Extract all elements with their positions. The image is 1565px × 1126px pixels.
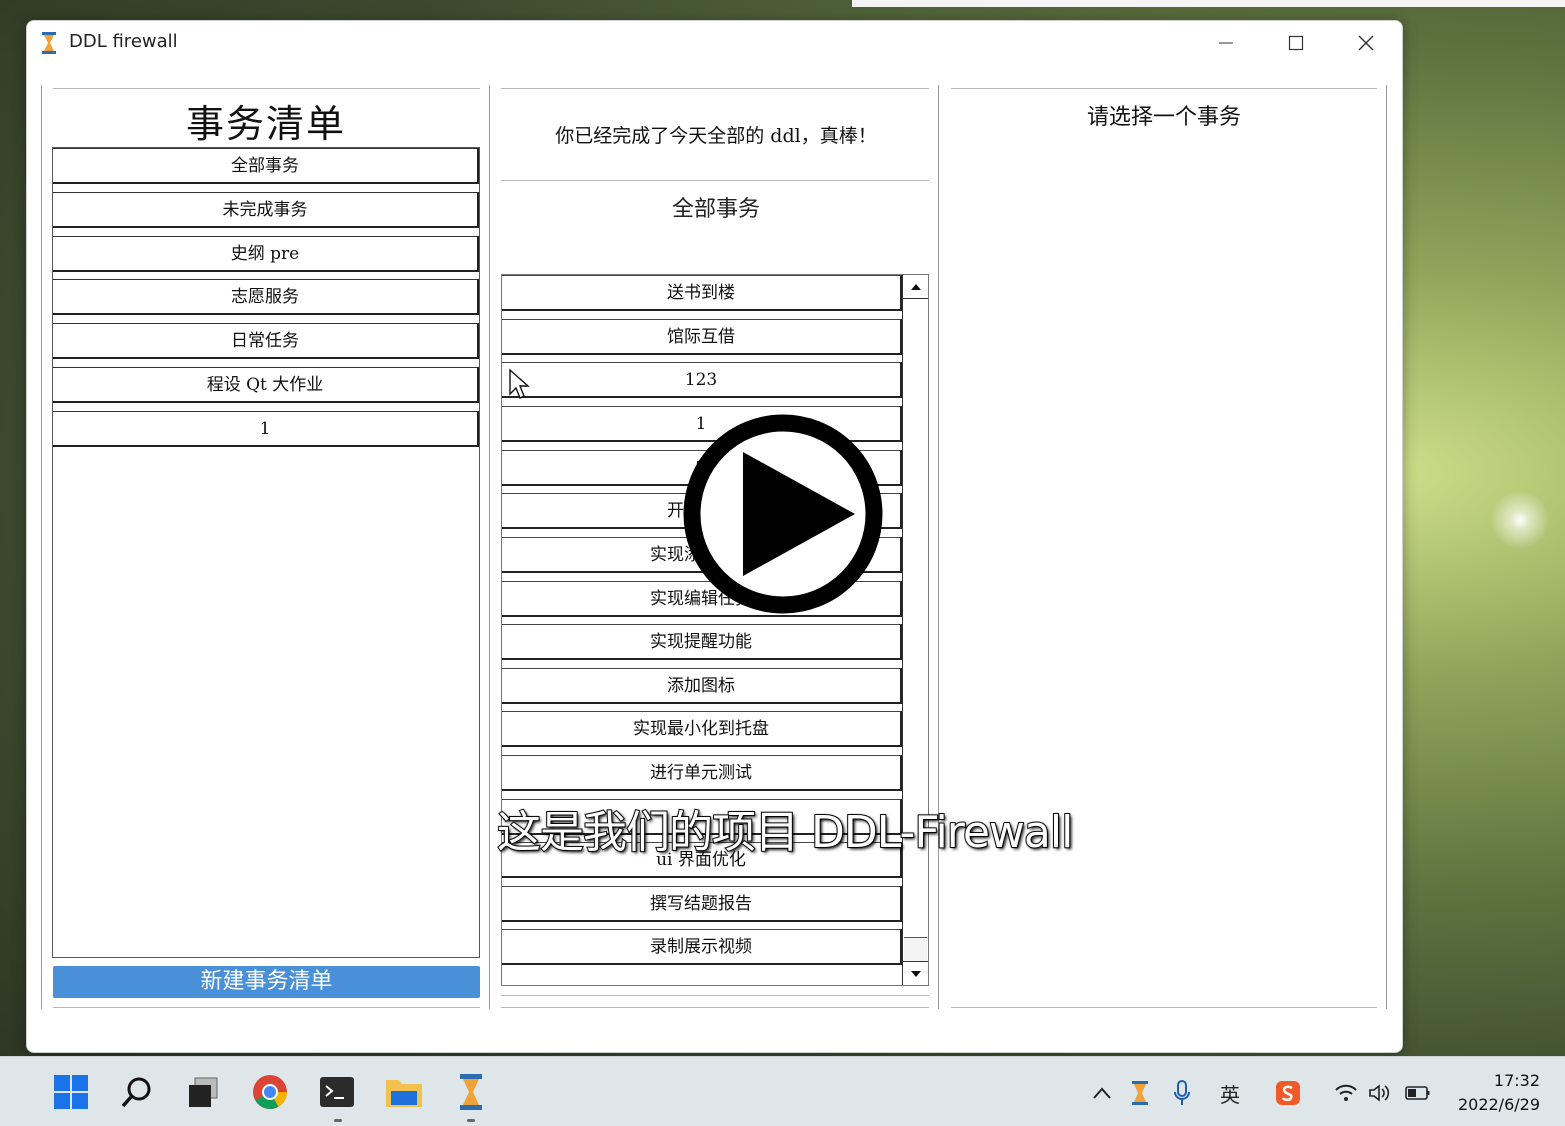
terminal-running-indicator bbox=[334, 1119, 342, 1122]
task-list-heading: 全部事务 bbox=[671, 197, 760, 222]
right-panel-top-rule bbox=[951, 88, 1377, 89]
chrome-icon[interactable] bbox=[251, 1073, 289, 1111]
new-list-button[interactable]: 新建事务清单 bbox=[53, 966, 480, 998]
ddl-firewall-running-indicator bbox=[467, 1119, 475, 1122]
window-title: DDL firewall bbox=[69, 31, 178, 52]
left-panel-top-rule bbox=[53, 88, 480, 89]
task-item[interactable]: 123 bbox=[502, 362, 902, 398]
wallpaper-glow bbox=[1490, 490, 1550, 550]
list-item-daily[interactable]: 日常任务 bbox=[53, 323, 479, 359]
minimize-icon bbox=[1219, 42, 1233, 44]
hourglass-icon bbox=[42, 32, 56, 54]
maximize-button[interactable] bbox=[1273, 25, 1319, 61]
left-panel-border bbox=[41, 85, 42, 1009]
task-item[interactable]: 添加图标 bbox=[502, 668, 902, 704]
scroll-thumb[interactable] bbox=[904, 937, 927, 961]
task-list: 送书到楼 馆际互借 123 1 2 开题报告 实现添加任务 实现编辑任务 实现提… bbox=[501, 274, 929, 986]
minimize-button[interactable] bbox=[1203, 25, 1249, 61]
middle-panel-top-rule bbox=[501, 88, 929, 89]
ddl-tray-icon[interactable] bbox=[1126, 1079, 1154, 1107]
completion-message: 你已经完成了今天全部的 ddl，真棒！ bbox=[555, 125, 877, 147]
list-item-all[interactable]: 全部事务 bbox=[53, 148, 479, 184]
list-item-1[interactable]: 1 bbox=[53, 411, 479, 447]
scroll-up-button[interactable] bbox=[903, 275, 928, 299]
task-view-icon[interactable] bbox=[184, 1073, 222, 1111]
right-panel-border-right bbox=[1386, 85, 1387, 1009]
middle-panel-bottom-rule-1 bbox=[501, 995, 929, 996]
list-panel-title: 事务清单 bbox=[185, 102, 346, 146]
ddl-firewall-app-icon[interactable] bbox=[452, 1073, 490, 1111]
clock-time[interactable]: 17:32 bbox=[1450, 1071, 1540, 1090]
task-list-scrollbar[interactable] bbox=[902, 275, 928, 985]
title-bar[interactable]: DDL firewall bbox=[27, 21, 1402, 65]
windows-start-icon[interactable] bbox=[52, 1073, 90, 1111]
list-item-history-pre[interactable]: 史纲 pre bbox=[53, 236, 479, 272]
video-subtitle: 这是我们的项目 DDL-Firewall bbox=[496, 806, 1074, 859]
maximize-icon bbox=[1288, 35, 1304, 51]
right-panel-border-left bbox=[938, 85, 939, 1009]
sogou-input-icon[interactable] bbox=[1274, 1079, 1302, 1107]
left-panel-bottom-rule bbox=[53, 1007, 480, 1008]
battery-icon[interactable] bbox=[1404, 1079, 1432, 1107]
task-item[interactable]: 送书到楼 bbox=[502, 275, 902, 311]
search-icon[interactable] bbox=[118, 1073, 156, 1111]
volume-icon[interactable] bbox=[1366, 1079, 1394, 1107]
ime-indicator[interactable]: 英 bbox=[1216, 1079, 1244, 1107]
close-icon bbox=[1358, 35, 1374, 51]
close-button[interactable] bbox=[1343, 25, 1389, 61]
scroll-down-button[interactable] bbox=[903, 961, 928, 985]
microphone-icon[interactable] bbox=[1168, 1079, 1196, 1107]
task-item[interactable]: 进行单元测试 bbox=[502, 755, 902, 791]
taskbar: 英 17:32 2022/6/29 bbox=[0, 1056, 1565, 1126]
clock-date[interactable]: 2022/6/29 bbox=[1440, 1095, 1540, 1114]
file-explorer-icon[interactable] bbox=[385, 1073, 423, 1111]
list-item-volunteer[interactable]: 志愿服务 bbox=[53, 279, 479, 315]
play-icon[interactable] bbox=[683, 414, 883, 614]
mouse-cursor-icon bbox=[509, 368, 530, 399]
list-panel: 全部事务 未完成事务 史纲 pre 志愿服务 日常任务 程设 Qt 大作业 1 bbox=[52, 147, 480, 958]
middle-panel-divider bbox=[501, 180, 929, 181]
wifi-icon[interactable] bbox=[1332, 1079, 1360, 1107]
task-item[interactable]: 撰写结题报告 bbox=[502, 886, 902, 922]
middle-panel-border bbox=[489, 85, 490, 1009]
task-item[interactable]: 实现最小化到托盘 bbox=[502, 711, 902, 747]
chevron-up-icon[interactable] bbox=[1088, 1079, 1116, 1107]
list-item-qt-project[interactable]: 程设 Qt 大作业 bbox=[53, 367, 479, 403]
task-item[interactable]: 录制展示视频 bbox=[502, 929, 902, 965]
arrow-down-icon bbox=[910, 970, 921, 977]
task-item[interactable]: 馆际互借 bbox=[502, 319, 902, 355]
terminal-icon[interactable] bbox=[318, 1073, 356, 1111]
arrow-up-icon bbox=[910, 283, 921, 290]
right-panel-bottom-rule bbox=[951, 1007, 1377, 1008]
list-item-unfinished[interactable]: 未完成事务 bbox=[53, 192, 479, 228]
background-strip bbox=[852, 0, 1565, 7]
middle-panel-bottom-rule-2 bbox=[501, 1007, 929, 1008]
task-item[interactable]: 实现提醒功能 bbox=[502, 624, 902, 660]
detail-prompt: 请选择一个事务 bbox=[1086, 105, 1241, 130]
